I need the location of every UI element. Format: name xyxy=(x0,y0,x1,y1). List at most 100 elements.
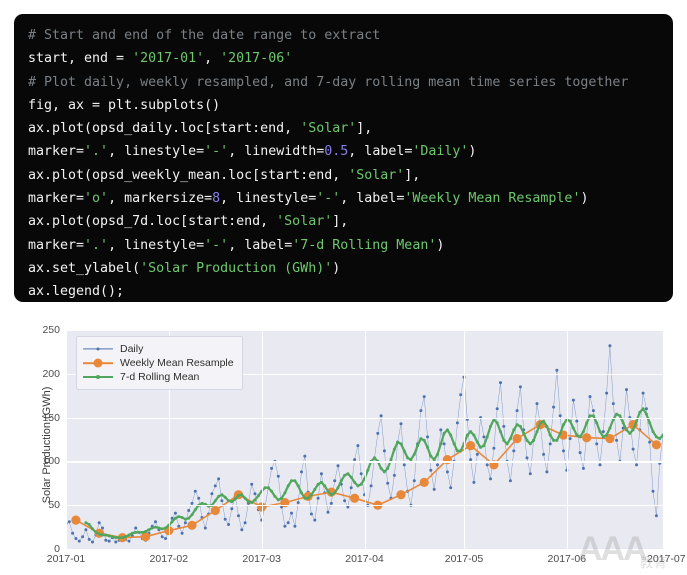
series-marker xyxy=(399,422,403,426)
series-marker xyxy=(439,442,443,446)
series-marker xyxy=(651,430,655,434)
code-token-str: 'Solar Production (GWh)' xyxy=(140,260,333,276)
series-marker xyxy=(482,444,486,448)
series-marker xyxy=(432,487,436,491)
series-marker xyxy=(227,499,230,503)
series-marker xyxy=(140,530,144,534)
code-token-str: 'o' xyxy=(84,191,109,207)
series-marker xyxy=(303,454,307,458)
series-marker xyxy=(293,479,297,483)
series-marker xyxy=(319,480,323,484)
series-marker xyxy=(309,512,313,516)
series-marker xyxy=(635,419,638,423)
series-marker xyxy=(250,501,254,505)
series-marker xyxy=(422,395,426,399)
series-marker xyxy=(160,527,164,531)
code-line: # Start and end of the date range to ext… xyxy=(28,24,673,47)
series-marker xyxy=(306,496,310,500)
code-token-str: '.' xyxy=(84,144,109,160)
series-marker xyxy=(419,409,423,413)
series-marker xyxy=(412,479,416,483)
series-marker xyxy=(429,454,433,458)
code-line: ax.legend(); xyxy=(28,280,673,302)
series-marker xyxy=(197,496,201,500)
code-token-pln: , xyxy=(204,51,221,67)
series-marker xyxy=(392,473,396,477)
legend-item[interactable]: 7-d Rolling Mean xyxy=(83,370,234,384)
series-marker xyxy=(538,421,542,425)
series-marker xyxy=(648,440,652,444)
series-marker xyxy=(472,433,476,437)
series-marker xyxy=(651,440,662,450)
series-marker xyxy=(648,421,652,425)
code-token-pln: , label= xyxy=(228,237,293,253)
series-marker xyxy=(508,479,512,483)
series-marker xyxy=(84,528,88,532)
series-marker xyxy=(485,463,489,467)
series-marker xyxy=(429,468,433,472)
series-marker xyxy=(562,449,565,453)
series-marker xyxy=(379,466,383,470)
series-marker xyxy=(120,536,124,540)
series-marker xyxy=(217,494,221,498)
series-marker xyxy=(316,496,320,500)
code-token-str: '7-d Rolling Mean' xyxy=(292,237,437,253)
series-marker xyxy=(283,524,287,528)
code-token-com: # Plot daily, weekly resampled, and 7-da… xyxy=(28,74,629,90)
series-marker xyxy=(571,426,575,430)
code-token-pln: ax.set_ylabel( xyxy=(28,260,141,276)
legend-item[interactable]: Daily xyxy=(83,342,234,356)
series-marker xyxy=(479,445,483,449)
code-cell[interactable]: # Start and end of the date range to ext… xyxy=(14,14,673,302)
code-token-pln: ) xyxy=(436,237,445,253)
series-marker xyxy=(615,412,619,416)
series-marker xyxy=(346,472,350,476)
series-marker xyxy=(615,438,619,442)
chart-legend[interactable]: Daily Weekly Mean Resample 7-d Rolling Mea… xyxy=(76,336,243,390)
series-marker xyxy=(177,515,181,519)
code-token-pln: , linestyle= xyxy=(108,144,205,160)
code-token-str: 'Solar' xyxy=(300,121,357,137)
legend-label: Daily xyxy=(120,343,144,355)
code-token-str: 'Solar' xyxy=(276,214,333,230)
series-marker xyxy=(300,470,303,474)
code-token-pln: ) xyxy=(332,260,341,276)
series-marker xyxy=(97,532,101,536)
series-marker xyxy=(386,481,390,485)
series-marker xyxy=(293,524,297,528)
series-marker xyxy=(256,494,260,498)
series-marker xyxy=(319,472,323,476)
series-marker xyxy=(575,433,579,437)
gridline-vertical xyxy=(261,330,263,549)
series-marker xyxy=(416,444,420,448)
code-token-pln: ], xyxy=(332,214,349,230)
series-marker xyxy=(654,514,658,518)
series-marker xyxy=(598,430,602,434)
series-marker xyxy=(562,423,565,427)
series-marker xyxy=(625,428,628,432)
series-marker xyxy=(472,480,476,484)
series-marker xyxy=(399,442,403,446)
x-tick-label: 2017-04 xyxy=(345,553,384,565)
series-marker xyxy=(71,515,81,525)
legend-swatch-icon xyxy=(83,357,113,369)
series-marker xyxy=(114,536,118,540)
series-marker xyxy=(555,368,559,372)
series-marker xyxy=(542,419,546,423)
legend-item[interactable]: Weekly Mean Resample xyxy=(83,356,234,370)
series-marker xyxy=(512,449,516,453)
code-token-pln: , linestyle= xyxy=(220,191,317,207)
code-token-pln: fig, ax = plt.subplots() xyxy=(28,97,221,113)
series-marker xyxy=(290,511,293,515)
series-marker xyxy=(193,508,197,512)
series-marker xyxy=(575,419,579,423)
series-marker xyxy=(223,517,227,521)
series-weekly-mean-resample xyxy=(71,420,662,543)
code-line: marker='.', linestyle='-', label='7-d Ro… xyxy=(28,234,673,257)
series-marker xyxy=(528,442,532,446)
series-marker xyxy=(77,539,81,543)
series-marker xyxy=(240,493,244,497)
series-marker xyxy=(74,537,78,540)
series-marker xyxy=(585,421,589,425)
series-marker xyxy=(489,424,492,428)
